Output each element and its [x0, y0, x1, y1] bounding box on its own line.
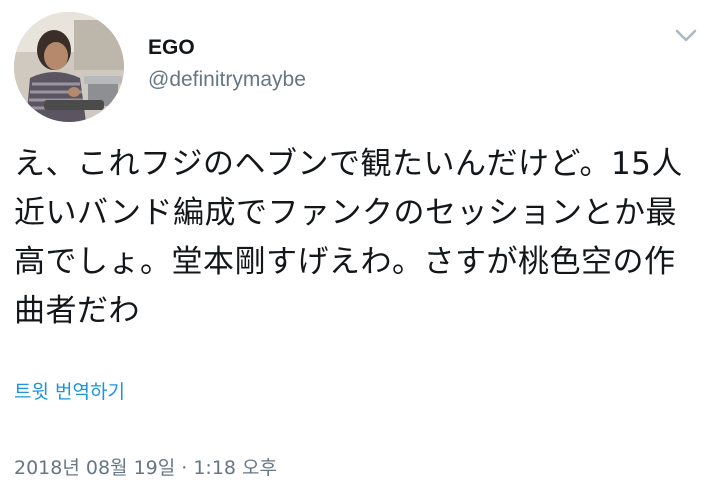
chevron-down-icon[interactable] [670, 22, 702, 50]
tweet-card: EGO @definitrymaybe え、これフジのヘブンで観たいんだけど。1… [0, 0, 720, 499]
profile-photo-icon [14, 12, 124, 122]
display-name[interactable]: EGO [148, 36, 195, 60]
tweet-timestamp[interactable]: 2018년 08월 19일 · 1:18 오후 [14, 456, 277, 480]
tweet-text: え、これフジのヘブンで観たいんだけど。15人近いバンド編成でファンクのセッション… [14, 146, 683, 329]
avatar[interactable] [14, 12, 124, 122]
translate-tweet-link[interactable]: 트윗 번역하기 [14, 380, 125, 404]
user-handle[interactable]: @definitrymaybe [148, 68, 306, 92]
